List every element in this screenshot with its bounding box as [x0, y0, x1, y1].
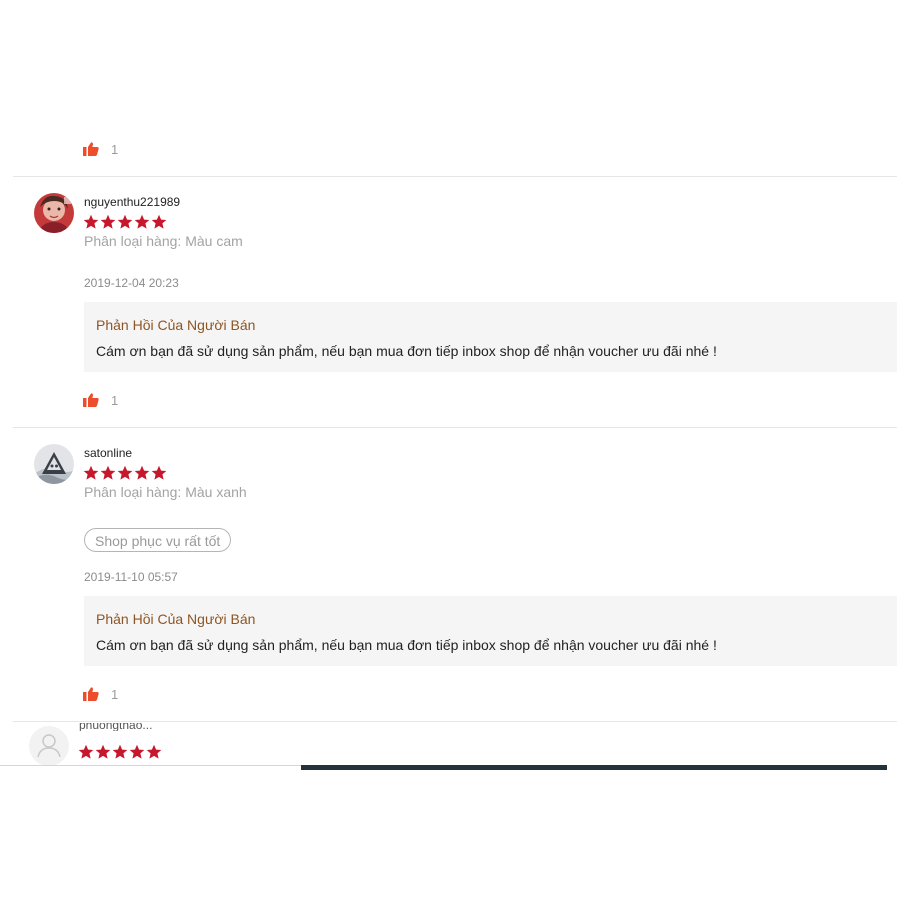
review-author[interactable]: nguyenthu221989: [84, 195, 180, 209]
default-user-icon: [29, 726, 69, 766]
seller-reply-title: Phản Hồi Của Người Bán: [96, 611, 256, 627]
avatar[interactable]: [34, 193, 74, 233]
divider: [13, 427, 897, 428]
avatar-image: [34, 193, 74, 233]
star-rating: [83, 214, 167, 230]
star-icon: [83, 465, 99, 480]
thumbs-up-icon[interactable]: [83, 393, 99, 407]
product-variant: Phân loại hàng: Màu xanh: [84, 484, 247, 500]
star-icon: [83, 214, 99, 229]
thumbs-up-icon[interactable]: [83, 687, 99, 701]
like-row: 1: [83, 140, 118, 158]
review-date: 2019-12-04 20:23: [84, 276, 179, 290]
avatar[interactable]: [34, 444, 74, 484]
review-tag: Shop phục vụ rất tốt: [84, 528, 232, 552]
like-count: 1: [111, 686, 119, 702]
divider: [13, 176, 897, 177]
seller-reply-text: Cám ơn bạn đã sử dụng sản phẩm, nếu bạn …: [96, 637, 717, 653]
star-icon: [117, 465, 133, 480]
star-rating: [83, 465, 167, 481]
star-icon: [151, 214, 167, 229]
seller-reply: Phản Hồi Của Người Bán Cám ơn bạn đã sử …: [84, 596, 897, 666]
thumbs-up-icon[interactable]: [83, 142, 99, 156]
page-edge-line: [0, 765, 301, 766]
like-row: 1: [83, 391, 118, 409]
review-date: 2019-11-10 05:57: [84, 570, 178, 584]
review-author[interactable]: satonline: [84, 446, 132, 460]
star-icon: [151, 465, 167, 480]
star-icon: [112, 744, 128, 759]
seller-reply-text: Cám ơn bạn đã sử dụng sản phẩm, nếu bạn …: [96, 343, 717, 359]
bottom-bar: [301, 765, 887, 770]
star-icon: [134, 465, 150, 480]
review-author[interactable]: phuongthao...: [79, 723, 152, 731]
star-icon: [100, 214, 116, 229]
star-icon: [100, 465, 116, 480]
star-icon: [146, 744, 162, 759]
star-icon: [129, 744, 145, 759]
seller-reply-title: Phản Hồi Của Người Bán: [96, 317, 256, 333]
product-variant: Phân loại hàng: Màu cam: [84, 233, 243, 249]
star-rating: [78, 744, 162, 760]
divider: [13, 721, 897, 722]
like-count: 1: [111, 392, 119, 408]
star-icon: [78, 744, 94, 759]
like-count: 1: [111, 141, 119, 157]
star-icon: [117, 214, 133, 229]
like-row: 1: [83, 685, 118, 703]
star-icon: [95, 744, 111, 759]
seller-reply: Phản Hồi Của Người Bán Cám ơn bạn đã sử …: [84, 302, 897, 372]
avatar-image: [34, 444, 74, 484]
avatar[interactable]: [29, 726, 69, 766]
star-icon: [134, 214, 150, 229]
